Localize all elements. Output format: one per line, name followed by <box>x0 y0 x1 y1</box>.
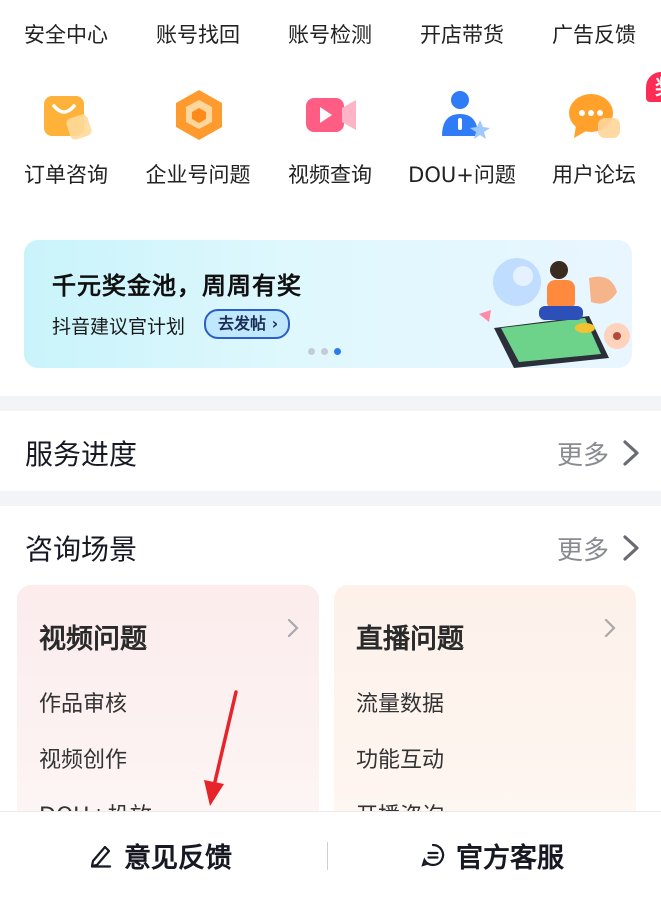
service-order-inquiry[interactable]: 订单咨询 <box>0 78 132 198</box>
service-open-shop[interactable]: 开店带货 <box>396 0 528 60</box>
card-title: 视频问题 <box>39 624 147 655</box>
promo-banner[interactable]: 千元奖金池，周周有奖 抖音建议官计划 去发帖 › <box>24 240 632 368</box>
service-label: DOU+问题 <box>408 163 516 187</box>
more-link[interactable]: 更多 <box>557 530 609 567</box>
more-link[interactable]: 更多 <box>557 435 609 472</box>
service-label: 企业号问题 <box>145 163 251 187</box>
chevron-right-icon <box>604 618 616 638</box>
service-dou-plus[interactable]: DOU+问题 <box>396 78 528 198</box>
service-enterprise[interactable]: 企业号问题 <box>132 78 264 198</box>
service-progress-row[interactable]: 服务进度 更多 <box>0 411 661 491</box>
service-label: 用户论坛 <box>552 163 636 187</box>
service-grid-row-2: 订单咨询 企业号问题 视频查询 DOU+问题 用户论坛 <box>0 72 661 198</box>
video-issues-card[interactable]: 视频问题 作品审核 视频创作 DOU+投放 <box>17 585 319 825</box>
service-video-query[interactable]: 视频查询 <box>264 78 396 198</box>
shopping-bag-icon <box>38 86 96 144</box>
pagination-dot <box>321 348 328 355</box>
section-title: 服务进度 <box>25 438 138 471</box>
chat-bubble-icon: 奖 <box>566 72 661 144</box>
official-service-button[interactable]: 官方客服 <box>420 812 564 898</box>
banner-title: 千元奖金池，周周有奖 <box>52 272 302 300</box>
chevron-right-icon <box>623 535 639 561</box>
service-label: 账号检测 <box>288 23 372 47</box>
service-security-center[interactable]: 安全中心 <box>0 0 132 60</box>
card-title: 直播问题 <box>356 624 464 655</box>
section-divider <box>0 396 661 411</box>
bottom-action-bar: 意见反馈 官方客服 <box>0 811 661 898</box>
card-item[interactable]: 作品审核 <box>39 686 127 718</box>
reward-badge: 奖 <box>646 72 661 102</box>
service-label: 开店带货 <box>420 23 504 47</box>
service-label: 订单咨询 <box>24 163 108 187</box>
card-item[interactable]: 视频创作 <box>39 742 127 774</box>
video-play-icon <box>302 86 360 144</box>
service-grid-row-1: 安全中心 账号找回 账号检测 开店带货 广告反馈 <box>0 0 661 60</box>
banner-illustration <box>479 258 630 368</box>
banner-pagination <box>308 348 341 355</box>
banner-post-button[interactable]: 去发帖 › <box>204 309 291 339</box>
card-item[interactable]: 流量数据 <box>356 686 444 718</box>
service-label: 账号找回 <box>156 23 240 47</box>
banner-subtitle: 抖音建议官计划 <box>52 316 186 338</box>
pagination-dot <box>308 348 315 355</box>
live-issues-card[interactable]: 直播问题 流量数据 功能互动 开播咨询 <box>334 585 636 825</box>
service-label: 视频查询 <box>288 163 372 187</box>
service-user-forum[interactable]: 奖 用户论坛 <box>528 72 661 198</box>
bar-separator <box>327 842 328 870</box>
pencil-icon <box>90 845 112 868</box>
banner-post-label: 去发帖 <box>218 314 267 333</box>
dou-plus-person-icon <box>434 86 492 144</box>
service-account-check[interactable]: 账号检测 <box>264 0 396 60</box>
section-title: 咨询场景 <box>25 533 138 566</box>
chevron-right-icon <box>287 618 299 638</box>
official-service-label: 官方客服 <box>456 842 564 874</box>
service-label: 安全中心 <box>24 23 108 47</box>
service-label: 广告反馈 <box>552 23 636 47</box>
chevron-right-icon <box>623 440 639 466</box>
chat-service-icon <box>421 843 445 867</box>
feedback-button[interactable]: 意见反馈 <box>88 812 232 898</box>
enterprise-cube-icon <box>170 86 228 144</box>
service-ad-feedback[interactable]: 广告反馈 <box>528 0 660 60</box>
section-divider <box>0 491 661 506</box>
chevron-right-icon: › <box>271 314 279 333</box>
card-item[interactable]: 功能互动 <box>356 742 444 774</box>
pagination-dot-active <box>334 348 341 355</box>
feedback-label: 意见反馈 <box>124 842 232 874</box>
consult-scenes-row: 咨询场景 更多 <box>0 506 661 586</box>
service-account-recovery[interactable]: 账号找回 <box>132 0 264 60</box>
